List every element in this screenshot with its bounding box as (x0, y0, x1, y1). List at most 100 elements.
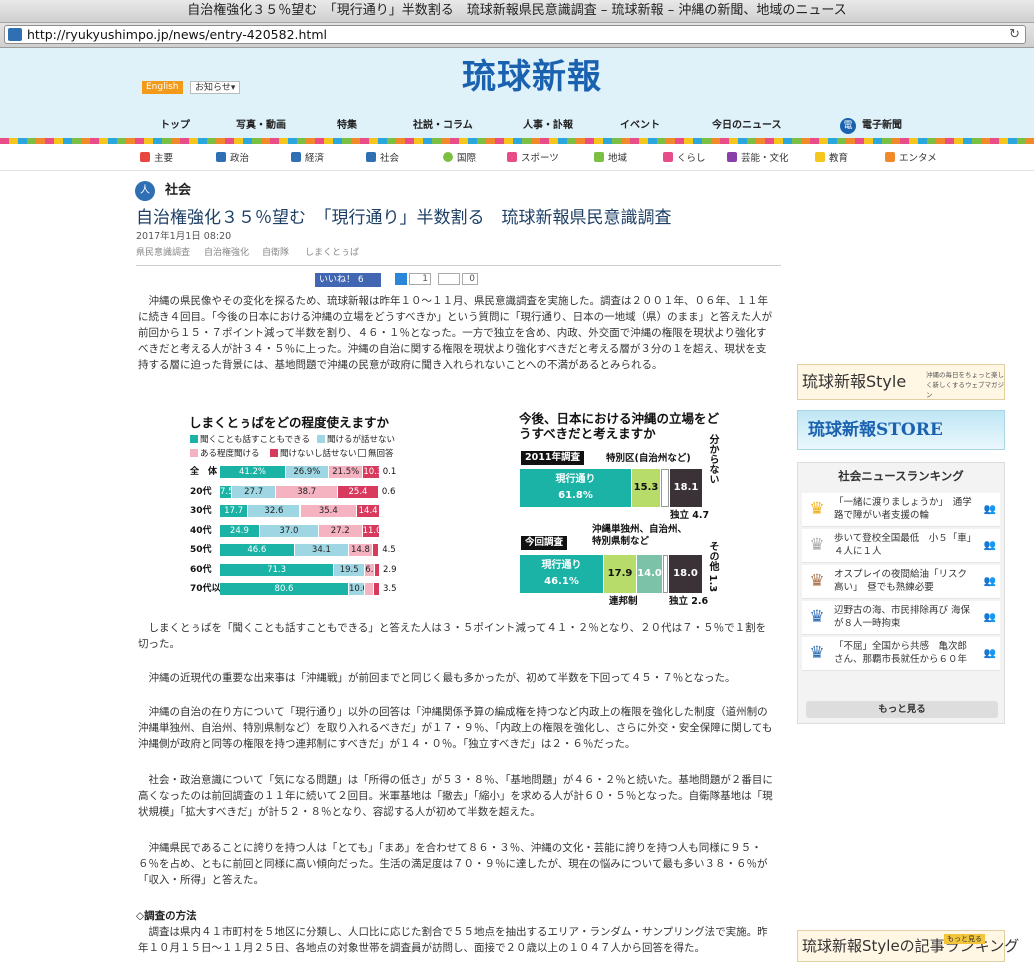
style-magazine-banner[interactable]: 琉球新報Style 沖縄の毎日をちょっと楽しく新しくするウェブマガジン (797, 364, 1005, 400)
tag-link[interactable]: 自治権強化 (204, 247, 249, 259)
site-favicon-icon (8, 28, 22, 41)
cat-international[interactable]: 国際 (443, 148, 476, 170)
nav-personnel-obituary[interactable]: 人事・訃報 (523, 116, 573, 136)
globe-icon (443, 152, 453, 162)
cat-sports-label: スポーツ (521, 153, 559, 164)
legend-item: 無回答 (358, 448, 394, 460)
seg-label: 現行通り (541, 560, 582, 571)
bar-segment (374, 583, 379, 595)
ranking-item[interactable]: ♛ 辺野古の海、市民排除再び 海保が８人一時拘束 👥 (802, 601, 1000, 635)
cat-society[interactable]: 社会 (366, 148, 399, 170)
cat-politics[interactable]: 政治 (216, 148, 249, 170)
cat-region[interactable]: 地域 (594, 148, 627, 170)
bar-2011-current: 現行通り 61.8% (520, 469, 631, 507)
style-banner-subtitle: 沖縄の毎日をちょっと楽しく新しくするウェブマガジン (926, 371, 1004, 399)
method-heading: ◇調査の方法 (136, 910, 197, 922)
category-label: 60代 (190, 564, 212, 575)
people-icon (366, 152, 376, 162)
bar-segment: 38.7 (276, 485, 338, 498)
map-pin-icon (594, 152, 604, 162)
nav-feature[interactable]: 特集 (337, 116, 357, 136)
ranking-item[interactable]: ♛ 「不屈」全国から共感 亀次郎さん、那覇市長就任から６０年 👥 (802, 637, 1000, 671)
google-plus-count: 0 (462, 273, 478, 285)
bar-segment: 6.3 (365, 563, 375, 576)
no-response-value: 2.9 (383, 564, 397, 575)
label-other: その他 1.3 (707, 541, 718, 593)
tv-icon (885, 152, 895, 162)
society-news-ranking: 社会ニュースランキング ♛ 「一緒に渡りましょうか」 通学路で障がい者支援の輪 … (797, 462, 1005, 724)
notice-dropdown[interactable]: お知らせ▾ (190, 81, 241, 94)
nav-photo-video[interactable]: 写真・動画 (236, 116, 286, 136)
cat-life[interactable]: くらし (663, 148, 706, 170)
site-logo[interactable]: 琉球新報 (462, 56, 602, 98)
ranking-item[interactable]: ♛ オスプレイの夜間給油「リスク高い」 昼でも熟練必要 👥 (802, 565, 1000, 599)
house-icon (663, 152, 673, 162)
blue-crown-icon: ♛ (809, 607, 825, 627)
nav-today-news[interactable]: 今日のニュース (712, 116, 782, 136)
chart-title-left: しまくとぅばをどの程度使えますか (189, 415, 390, 430)
cat-education[interactable]: 教育 (815, 148, 848, 170)
cat-entertainment[interactable]: エンタメ (885, 148, 937, 170)
cat-arts-culture[interactable]: 芸能・文化 (727, 148, 789, 170)
reload-icon[interactable]: ↻ (1009, 26, 1020, 43)
no-response-value: 0.6 (381, 486, 396, 497)
people-icon: 👥 (983, 540, 996, 551)
article-date: 2017年1月1日 08:20 (136, 231, 232, 242)
section-people-icon: 人 (135, 181, 155, 201)
hatena-bookmark-icon[interactable] (395, 273, 407, 285)
english-link[interactable]: English (142, 81, 183, 94)
paragraph-text: 沖縄の自治の在り方について「現行通り」以外の回答は「沖縄関係予算の編成権を持つな… (138, 706, 773, 750)
bar-segment: 80.6 (220, 583, 348, 595)
cat-life-label: くらし (677, 153, 706, 164)
legend-item: 聞くことも話すこともできる (190, 434, 310, 446)
nav-top[interactable]: トップ (160, 116, 190, 136)
bar-segment: 37.0 (259, 524, 318, 537)
brush-icon (727, 152, 737, 162)
paragraph-text: 沖縄の近現代の重要な出来事は「沖縄戦」が前回までと同じく最も多かったが、初めて半… (138, 672, 736, 684)
runner-icon (507, 152, 517, 162)
cat-economy[interactable]: 経済 (291, 148, 324, 170)
bar-segment: 10.3 (363, 466, 379, 478)
method-paragraph: 調査は県内４１市町村を５地区に分類し、人口比に応じた割合で５５地点を抽出するエリ… (138, 924, 776, 956)
style-ranking-more[interactable]: もっと見る (944, 934, 985, 944)
nav-events[interactable]: イベント (620, 116, 660, 136)
silver-crown-icon: ♛ (809, 535, 825, 555)
tag-link[interactable]: しまくとぅば (305, 247, 359, 259)
label-federal: 連邦制 (609, 596, 638, 607)
people-icon: 👥 (983, 504, 996, 515)
flag-icon (140, 152, 150, 162)
category-bar: 主要 政治 経済 社会 国際 スポーツ 地域 くらし 芸能・文化 教育 エンタメ (0, 148, 1034, 171)
nav-digital-paper[interactable]: 電子新聞 (862, 116, 902, 136)
category-label: 全 体 (190, 467, 218, 477)
bar-segment: 34.1 (294, 544, 349, 556)
article-title: 自治権強化３５％望む 「現行通り」半数割る 琉球新報県民意識調査 (136, 208, 672, 228)
ranking-title: 社会ニュースランキング (838, 469, 964, 483)
tag-link[interactable]: 自衛隊 (262, 247, 289, 259)
url-input[interactable]: http://ryukyushimpo.jp/news/entry-420582… (4, 25, 1026, 44)
cat-main[interactable]: 主要 (140, 148, 173, 170)
tag-link[interactable]: 県民意識調査 (136, 247, 190, 259)
bar-segment: 19.5 (334, 563, 365, 576)
cat-sports[interactable]: スポーツ (507, 148, 559, 170)
nav-editorial-column[interactable]: 社説・コラム (413, 116, 473, 136)
bar-segment: 14.4 (357, 505, 380, 517)
store-banner[interactable]: 琉球新報STORE (797, 410, 1005, 450)
ranking-item[interactable]: ♛ 歩いて登校全国最低 小５「車」４人に１人 👥 (802, 529, 1000, 563)
bar-segment: 21.5% (329, 466, 363, 478)
label-current-survey: 今回調査 (521, 536, 568, 550)
more-button[interactable]: もっと見る (806, 701, 998, 718)
style-ranking-banner[interactable]: 琉球新報Styleの記事ランキング もっと見る (797, 930, 1019, 962)
ranking-item[interactable]: ♛ 「一緒に渡りましょうか」 通学路で障がい者支援の輪 👥 (802, 493, 1000, 527)
ranking-item-text: 歩いて登校全国最低 小５「車」４人に１人 (834, 533, 972, 557)
no-response-value: 3.5 (383, 584, 397, 594)
ranking-item-text: オスプレイの夜間給油「リスク高い」 昼でも熟練必要 (834, 569, 968, 593)
cat-arts-culture-label: 芸能・文化 (741, 153, 789, 164)
people-icon: 👥 (983, 612, 996, 623)
label-single-state: 沖縄単独州、自治州、特別県制など (592, 524, 688, 547)
ranking-item-text: 「不屈」全国から共感 亀次郎さん、那覇市長就任から６０年 (834, 641, 968, 665)
section-label[interactable]: 社会 (165, 182, 191, 200)
google-plus-button[interactable] (438, 273, 460, 285)
facebook-like-button[interactable]: いいね！ 6 (315, 273, 381, 287)
divider (136, 265, 781, 266)
cat-main-label: 主要 (154, 153, 174, 164)
